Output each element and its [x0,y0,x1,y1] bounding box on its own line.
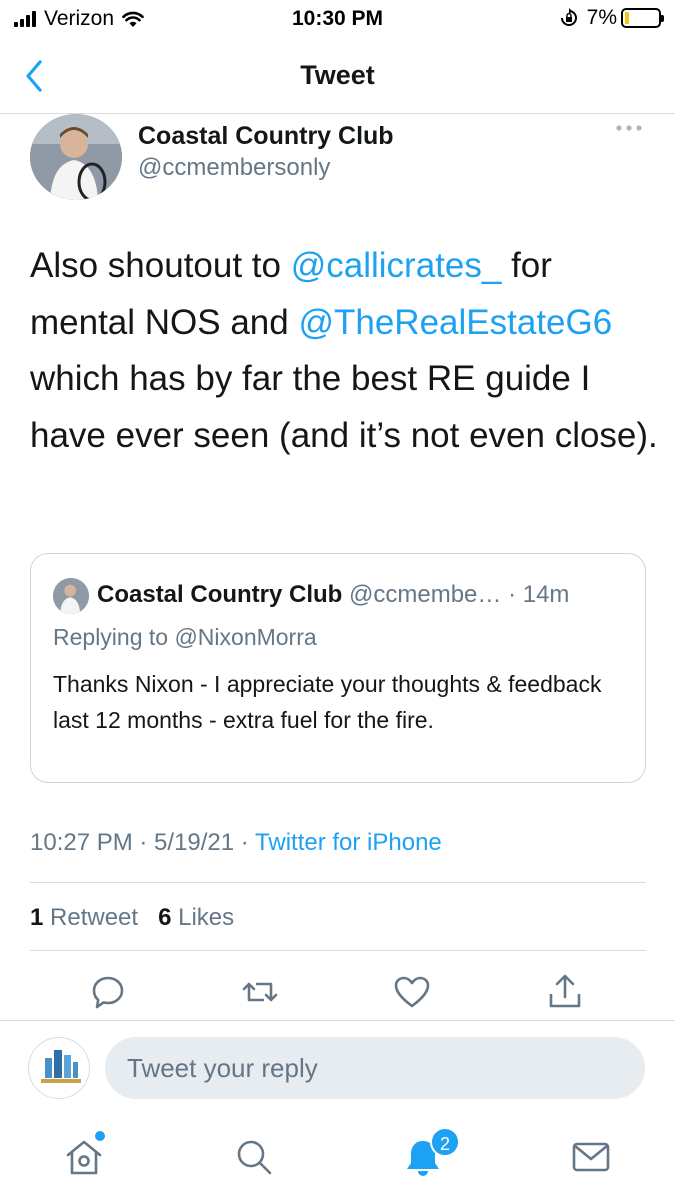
quoted-meta: @ccmembe… · 14m [342,581,570,608]
battery-icon [621,8,664,28]
quoted-text: Thanks Nixon - I appreciate your thought… [53,671,602,733]
replying-to: Replying to @NixonMorra [53,624,317,650]
reply-bar [0,1020,675,1115]
status-bar: Verizon 10:30 PM 7% [0,0,675,38]
home-unread-dot [95,1131,105,1141]
search-icon[interactable] [232,1135,276,1179]
share-icon[interactable] [545,972,585,1012]
author-avatar[interactable] [30,114,122,200]
status-bar-right: 7% [559,6,664,30]
tweet-source[interactable]: Twitter for iPhone [255,829,442,856]
home-icon[interactable] [62,1135,106,1179]
like-heart-icon[interactable] [392,972,432,1012]
likes-count[interactable]: 6 [158,904,171,931]
tweet-meta: 10:27 PM · 5/19/21 · Twitter for iPhone [30,829,442,857]
nav-bar: Tweet [0,38,675,114]
more-options-icon[interactable] [615,124,643,132]
notifications-badge: 2 [430,1127,460,1157]
quoted-tweet[interactable]: Coastal Country Club @ccmembe… · 14m Rep… [30,553,646,783]
quoted-author-name: Coastal Country Club [97,581,343,608]
orientation-lock-icon [560,8,577,26]
author-name[interactable]: Coastal Country Club [138,122,394,151]
tweet-timestamp: 10:27 PM · 5/19/21 · [30,829,256,856]
retweet-icon[interactable] [240,972,280,1012]
my-avatar[interactable] [28,1037,90,1099]
tweet-stats: 1 Retweet 6 Likes [30,904,234,932]
reply-input[interactable] [105,1037,645,1099]
quoted-author-avatar [53,578,89,614]
author-handle[interactable]: @ccmembersonly [138,154,330,182]
messages-mail-icon[interactable] [569,1135,613,1179]
likes-label[interactable]: Likes [178,904,234,931]
quoted-header: Coastal Country Club @ccmembe… · 14m [97,581,569,609]
retweets-count[interactable]: 1 [30,904,43,931]
mention-link[interactable]: @TheRealEstateG6 [298,303,612,342]
page-title: Tweet [300,60,375,90]
divider [30,882,646,883]
reply-comment-icon[interactable] [88,972,128,1012]
divider [30,950,646,951]
battery-level [625,12,629,24]
retweets-label[interactable]: Retweet [50,904,138,931]
mention-link[interactable]: @callicrates_ [291,246,502,285]
tab-bar: 2 [0,1115,675,1200]
tweet-text-part: which has by far the best RE guide I hav… [30,359,658,455]
tweet-text: Also shoutout to @callicrates_ for menta… [30,238,660,464]
tweet-text-part: Also shoutout to [30,246,291,285]
battery-percent: 7% [586,6,617,29]
